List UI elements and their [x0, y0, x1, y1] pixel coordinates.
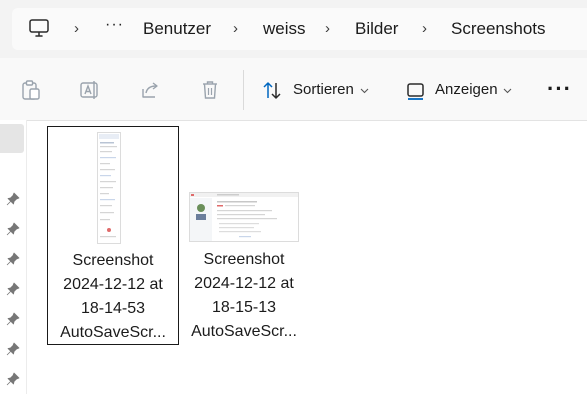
pane-divider[interactable] — [26, 120, 27, 394]
pin-icon[interactable] — [6, 222, 20, 236]
file-thumbnail — [97, 132, 121, 244]
file-thumbnail — [189, 192, 299, 242]
file-name: Screenshot 2024-12-12 at 18-15-13 AutoSa… — [179, 248, 309, 344]
breadcrumb-item-benutzer[interactable]: Benutzer — [143, 18, 211, 40]
nav-item-selected[interactable] — [0, 124, 24, 153]
breadcrumb-item-screenshots[interactable]: Screenshots — [451, 18, 546, 40]
view-button[interactable]: Anzeigen — [435, 80, 498, 100]
toolbar-divider — [243, 70, 244, 110]
breadcrumb-item-weiss[interactable]: weiss — [263, 18, 306, 40]
pin-icon[interactable] — [6, 252, 20, 266]
file-name-line: 18-15-13 — [211, 299, 277, 316]
file-name-line: Screenshot — [203, 251, 285, 268]
file-name-line: Screenshot — [72, 252, 154, 269]
pin-icon[interactable] — [6, 282, 20, 296]
rename-icon[interactable] — [79, 79, 101, 101]
pin-icon[interactable] — [6, 312, 20, 326]
share-icon[interactable] — [139, 79, 161, 101]
file-tile[interactable]: Screenshot 2024-12-12 at 18-14-53 AutoSa… — [47, 126, 179, 345]
delete-icon[interactable] — [199, 79, 221, 101]
file-name-line: AutoSaveScr... — [191, 323, 297, 340]
pin-icon[interactable] — [6, 342, 20, 356]
file-name-line: 2024-12-12 at — [63, 276, 163, 293]
this-pc-icon[interactable] — [28, 18, 50, 38]
breadcrumb-chevron-icon[interactable]: › — [422, 18, 427, 40]
breadcrumb-chevron-icon[interactable]: › — [233, 18, 238, 40]
pin-icon[interactable] — [6, 372, 20, 386]
sort-icon[interactable] — [261, 80, 283, 102]
file-name-line: 18-14-53 — [80, 300, 146, 317]
file-name-line: 2024-12-12 at — [194, 275, 294, 292]
pin-icon[interactable] — [6, 192, 20, 206]
file-tile[interactable]: Screenshot 2024-12-12 at 18-15-13 AutoSa… — [179, 126, 309, 343]
breadcrumb-chevron-icon[interactable]: › — [325, 18, 330, 40]
breadcrumb-item-bilder[interactable]: Bilder — [355, 18, 398, 40]
more-options-button[interactable]: ··· — [547, 76, 572, 102]
breadcrumb-chevron-icon[interactable]: › — [74, 18, 79, 40]
breadcrumb-overflow-button[interactable]: ··· — [105, 16, 124, 34]
file-name: Screenshot 2024-12-12 at 18-14-53 AutoSa… — [48, 249, 178, 345]
sort-button[interactable]: Sortieren — [293, 80, 354, 100]
chevron-down-icon[interactable] — [503, 86, 512, 95]
paste-icon[interactable] — [20, 79, 42, 101]
chevron-down-icon[interactable] — [360, 86, 369, 95]
file-name-line: AutoSaveScr... — [60, 324, 166, 341]
view-icon[interactable] — [405, 80, 427, 102]
